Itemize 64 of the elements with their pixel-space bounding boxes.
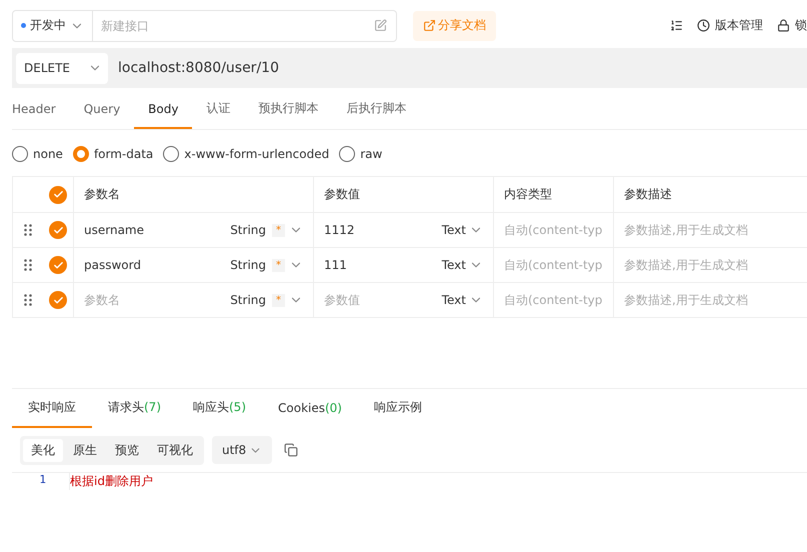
radio-label: x-www-form-urlencoded — [184, 147, 330, 161]
radio-button[interactable] — [72, 146, 89, 162]
param-name[interactable]: username — [84, 223, 144, 237]
param-name[interactable]: password — [84, 258, 141, 272]
environment-label: 开发中 — [30, 17, 66, 34]
radio-button[interactable] — [163, 146, 180, 162]
request-tab[interactable]: Body — [134, 90, 192, 129]
value-type-select[interactable]: Text — [442, 223, 466, 237]
request-tab[interactable]: 预执行脚本 — [244, 90, 332, 129]
environment-select[interactable]: 开发中 — [12, 10, 93, 42]
column-header: 参数名 — [84, 186, 120, 203]
type-select[interactable]: String — [230, 258, 266, 272]
response-tab[interactable]: 响应示例 — [358, 389, 438, 428]
outline-button[interactable] — [670, 19, 683, 32]
clock-button[interactable]: 版本管理 — [697, 17, 763, 34]
drag-handle-icon[interactable] — [24, 224, 32, 236]
radio-button[interactable] — [12, 146, 28, 162]
request-tab[interactable]: Query — [70, 90, 134, 129]
param-value[interactable]: 111 — [324, 258, 347, 272]
column-header: 内容类型 — [504, 186, 552, 203]
drag-handle-icon[interactable] — [24, 259, 32, 271]
lock-button[interactable]: 锁 — [777, 17, 807, 34]
radio-label: raw — [360, 147, 382, 161]
clock-icon — [697, 19, 710, 32]
row-checkbox[interactable] — [49, 221, 67, 239]
encoding-select[interactable]: utf8 — [212, 436, 272, 464]
view-mode-button[interactable]: 美化 — [23, 438, 63, 462]
url-field[interactable]: localhost:8080/user/10 — [118, 60, 279, 76]
check-icon — [52, 260, 64, 270]
radio-button[interactable] — [339, 146, 356, 162]
request-tab[interactable]: 认证 — [192, 90, 244, 129]
radio-label: form-data — [94, 147, 154, 161]
list-icon — [670, 19, 683, 32]
param-value[interactable]: 1112 — [324, 223, 355, 237]
check-icon — [52, 294, 64, 306]
request-tab[interactable]: 后执行脚本 — [332, 90, 420, 129]
select-all-checkbox[interactable] — [49, 186, 67, 204]
column-header: 参数值 — [324, 186, 360, 203]
code-line: 根据id删除用户 — [70, 473, 154, 490]
value-type-select[interactable]: Text — [442, 258, 466, 272]
response-tab[interactable]: 响应头(5) — [177, 389, 262, 428]
copy-icon[interactable] — [284, 443, 298, 457]
drag-handle-icon[interactable] — [24, 294, 32, 306]
share-icon — [423, 19, 436, 32]
check-icon — [52, 189, 64, 200]
column-header: 参数描述 — [624, 186, 672, 203]
type-select[interactable]: String — [230, 223, 266, 237]
request-tab[interactable]: Header — [12, 90, 70, 129]
radio-label: none — [33, 147, 63, 161]
value-type-select[interactable]: Text — [442, 293, 466, 307]
api-name-field[interactable]: 新建接口 — [93, 10, 397, 42]
row-checkbox[interactable] — [49, 291, 67, 309]
line-number: 1 — [12, 473, 70, 490]
view-mode-button[interactable]: 预览 — [107, 438, 147, 462]
view-mode-button[interactable]: 原生 — [65, 438, 105, 462]
response-tab[interactable]: Cookies(0) — [262, 389, 358, 428]
lock-icon — [777, 19, 790, 32]
method-select[interactable]: DELETE — [16, 52, 108, 84]
response-tab[interactable]: 请求头(7) — [92, 389, 177, 428]
check-icon — [52, 224, 64, 236]
row-checkbox[interactable] — [49, 256, 67, 274]
response-tab[interactable]: 实时响应 — [12, 389, 92, 428]
type-select[interactable]: String — [230, 293, 266, 307]
view-mode-button[interactable]: 可视化 — [149, 438, 201, 462]
